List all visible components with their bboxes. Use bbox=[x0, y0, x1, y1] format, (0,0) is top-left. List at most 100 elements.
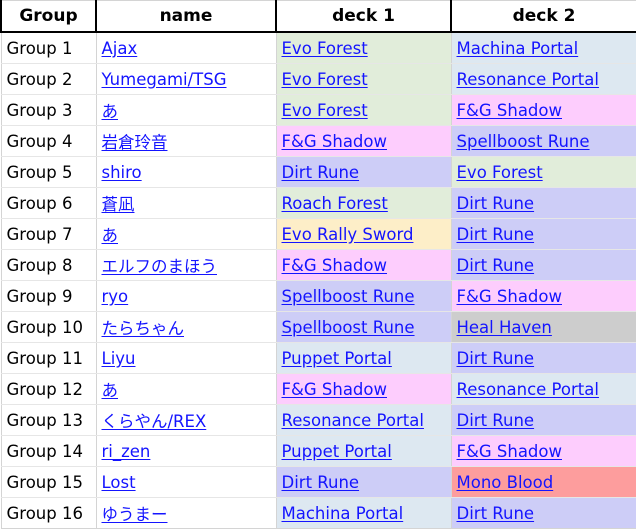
deck2-link[interactable]: Dirt Rune bbox=[457, 504, 535, 523]
player-name-cell[interactable]: あ bbox=[96, 94, 277, 126]
table-row: Group 15 Lost Dirt Rune Mono Blood bbox=[0, 466, 636, 498]
deck1-cell[interactable]: Evo Forest bbox=[276, 32, 452, 64]
deck1-cell[interactable]: F&G Shadow bbox=[276, 125, 452, 157]
deck1-cell[interactable]: Evo Forest bbox=[276, 63, 452, 95]
deck2-link[interactable]: Dirt Rune bbox=[457, 411, 535, 430]
deck1-cell[interactable]: F&G Shadow bbox=[276, 373, 452, 405]
player-name-link[interactable]: あ bbox=[102, 102, 119, 121]
player-name-link[interactable]: shiro bbox=[102, 163, 142, 182]
deck2-link[interactable]: Dirt Rune bbox=[457, 225, 535, 244]
deck1-link[interactable]: F&G Shadow bbox=[282, 132, 388, 151]
deck2-cell[interactable]: Dirt Rune bbox=[451, 218, 636, 250]
player-name-cell[interactable]: Yumegami/TSG bbox=[96, 63, 277, 95]
player-name-link[interactable]: くらやん/REX bbox=[102, 412, 207, 431]
deck2-cell[interactable]: Machina Portal bbox=[451, 32, 636, 64]
deck1-link[interactable]: Spellboost Rune bbox=[282, 318, 415, 337]
deck1-link[interactable]: Roach Forest bbox=[282, 194, 388, 213]
player-name-link[interactable]: エルフのまほう bbox=[102, 257, 218, 276]
deck2-link[interactable]: F&G Shadow bbox=[457, 287, 563, 306]
deck2-cell[interactable]: Dirt Rune bbox=[451, 187, 636, 219]
player-name-cell[interactable]: ryo bbox=[96, 280, 277, 312]
player-name-link[interactable]: Liyu bbox=[102, 349, 136, 368]
deck2-cell[interactable]: Resonance Portal bbox=[451, 373, 636, 405]
deck2-link[interactable]: Spellboost Rune bbox=[457, 132, 590, 151]
player-name-link[interactable]: Ajax bbox=[102, 39, 138, 58]
deck1-link[interactable]: Evo Forest bbox=[282, 39, 368, 58]
column-header-group: Group bbox=[0, 0, 97, 33]
deck2-cell[interactable]: Evo Forest bbox=[451, 156, 636, 188]
deck1-cell[interactable]: Evo Rally Sword bbox=[276, 218, 452, 250]
deck1-link[interactable]: Evo Rally Sword bbox=[282, 225, 414, 244]
deck2-cell[interactable]: Mono Blood bbox=[451, 466, 636, 498]
deck2-link[interactable]: F&G Shadow bbox=[457, 101, 563, 120]
deck2-cell[interactable]: Heal Haven bbox=[451, 311, 636, 343]
player-name-cell[interactable]: ゆうまー bbox=[96, 497, 277, 529]
deck1-link[interactable]: Evo Forest bbox=[282, 101, 368, 120]
deck2-link[interactable]: Mono Blood bbox=[457, 473, 554, 492]
deck1-link[interactable]: Puppet Portal bbox=[282, 349, 392, 368]
deck2-cell[interactable]: Resonance Portal bbox=[451, 63, 636, 95]
player-name-cell[interactable]: Ajax bbox=[96, 32, 277, 64]
player-name-cell[interactable]: ri_zen bbox=[96, 435, 277, 467]
deck2-link[interactable]: Evo Forest bbox=[457, 163, 543, 182]
deck1-cell[interactable]: Spellboost Rune bbox=[276, 280, 452, 312]
table-row: Group 1 Ajax Evo Forest Machina Portal bbox=[0, 32, 636, 64]
deck2-cell[interactable]: Dirt Rune bbox=[451, 404, 636, 436]
deck1-cell[interactable]: F&G Shadow bbox=[276, 249, 452, 281]
table-row: Group 6 蒼凪 Roach Forest Dirt Rune bbox=[0, 187, 636, 219]
deck1-link[interactable]: Evo Forest bbox=[282, 70, 368, 89]
deck1-cell[interactable]: Puppet Portal bbox=[276, 342, 452, 374]
player-name-cell[interactable]: Liyu bbox=[96, 342, 277, 374]
player-name-link[interactable]: 蒼凪 bbox=[102, 195, 135, 214]
player-name-link[interactable]: あ bbox=[102, 226, 119, 245]
deck1-link[interactable]: Resonance Portal bbox=[282, 411, 424, 430]
player-name-cell[interactable]: あ bbox=[96, 218, 277, 250]
deck1-cell[interactable]: Resonance Portal bbox=[276, 404, 452, 436]
deck2-cell[interactable]: F&G Shadow bbox=[451, 94, 636, 126]
player-name-link[interactable]: たらちゃん bbox=[102, 319, 185, 338]
deck2-link[interactable]: Machina Portal bbox=[457, 39, 579, 58]
deck2-cell[interactable]: F&G Shadow bbox=[451, 435, 636, 467]
player-name-link[interactable]: 岩倉玲音 bbox=[102, 133, 168, 152]
deck1-link[interactable]: Spellboost Rune bbox=[282, 287, 415, 306]
deck2-link[interactable]: Resonance Portal bbox=[457, 70, 599, 89]
player-name-link[interactable]: あ bbox=[102, 381, 119, 400]
deck2-cell[interactable]: F&G Shadow bbox=[451, 280, 636, 312]
deck1-cell[interactable]: Dirt Rune bbox=[276, 156, 452, 188]
player-name-cell[interactable]: エルフのまほう bbox=[96, 249, 277, 281]
deck2-link[interactable]: F&G Shadow bbox=[457, 442, 563, 461]
deck2-link[interactable]: Dirt Rune bbox=[457, 256, 535, 275]
deck1-link[interactable]: Machina Portal bbox=[282, 504, 404, 523]
player-name-cell[interactable]: たらちゃん bbox=[96, 311, 277, 343]
player-name-link[interactable]: Lost bbox=[102, 473, 136, 492]
deck2-link[interactable]: Dirt Rune bbox=[457, 349, 535, 368]
deck1-cell[interactable]: Dirt Rune bbox=[276, 466, 452, 498]
player-name-link[interactable]: Yumegami/TSG bbox=[102, 70, 227, 89]
deck1-link[interactable]: Dirt Rune bbox=[282, 163, 360, 182]
deck1-link[interactable]: F&G Shadow bbox=[282, 256, 388, 275]
player-name-link[interactable]: ryo bbox=[102, 287, 129, 306]
player-name-link[interactable]: ri_zen bbox=[102, 442, 151, 461]
deck2-cell[interactable]: Dirt Rune bbox=[451, 249, 636, 281]
player-name-cell[interactable]: shiro bbox=[96, 156, 277, 188]
deck2-cell[interactable]: Dirt Rune bbox=[451, 342, 636, 374]
deck2-link[interactable]: Heal Haven bbox=[457, 318, 552, 337]
player-name-cell[interactable]: 岩倉玲音 bbox=[96, 125, 277, 157]
player-name-cell[interactable]: あ bbox=[96, 373, 277, 405]
player-name-cell[interactable]: 蒼凪 bbox=[96, 187, 277, 219]
deck1-cell[interactable]: Machina Portal bbox=[276, 497, 452, 529]
player-name-cell[interactable]: くらやん/REX bbox=[96, 404, 277, 436]
deck1-cell[interactable]: Spellboost Rune bbox=[276, 311, 452, 343]
deck2-cell[interactable]: Dirt Rune bbox=[451, 497, 636, 529]
deck1-cell[interactable]: Roach Forest bbox=[276, 187, 452, 219]
deck1-cell[interactable]: Evo Forest bbox=[276, 94, 452, 126]
deck1-link[interactable]: Puppet Portal bbox=[282, 442, 392, 461]
deck2-link[interactable]: Resonance Portal bbox=[457, 380, 599, 399]
deck1-cell[interactable]: Puppet Portal bbox=[276, 435, 452, 467]
player-name-cell[interactable]: Lost bbox=[96, 466, 277, 498]
deck2-link[interactable]: Dirt Rune bbox=[457, 194, 535, 213]
deck1-link[interactable]: Dirt Rune bbox=[282, 473, 360, 492]
deck1-link[interactable]: F&G Shadow bbox=[282, 380, 388, 399]
group-cell: Group 1 bbox=[0, 32, 97, 64]
deck2-cell[interactable]: Spellboost Rune bbox=[451, 125, 636, 157]
